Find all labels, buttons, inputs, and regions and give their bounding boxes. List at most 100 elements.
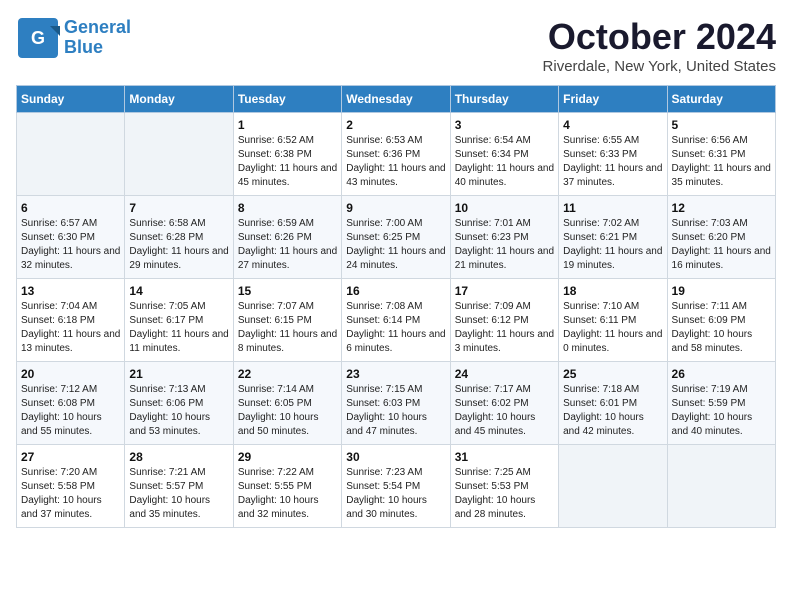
day-number: 19 xyxy=(672,284,771,298)
calendar-cell: 24 Sunrise: 7:17 AMSunset: 6:02 PMDayligh… xyxy=(450,362,558,445)
calendar-cell: 9 Sunrise: 7:00 AMSunset: 6:25 PMDaylight… xyxy=(342,196,450,279)
weekday-header: Thursday xyxy=(450,86,558,113)
calendar-cell: 5Sunrise: 6:56 AMSunset: 6:31 PMDaylight… xyxy=(667,113,775,196)
day-detail: Sunrise: 6:53 AMSunset: 6:36 PMDaylight:… xyxy=(346,134,445,190)
calendar-cell: 15 Sunrise: 7:07 AMSunset: 6:15 PMDayligh… xyxy=(233,279,341,362)
weekday-header: Tuesday xyxy=(233,86,341,113)
calendar-cell: 29 Sunrise: 7:22 AMSunset: 5:55 PMDayligh… xyxy=(233,445,341,528)
calendar-cell: 26 Sunrise: 7:19 AMSunset: 5:59 PMDayligh… xyxy=(667,362,775,445)
day-number: 2 xyxy=(346,118,445,132)
weekday-header: Wednesday xyxy=(342,86,450,113)
day-number: 18 xyxy=(563,284,662,298)
calendar-cell: 13 Sunrise: 7:04 AMSunset: 6:18 PMDayligh… xyxy=(17,279,125,362)
calendar-body: 1Sunrise: 6:52 AMSunset: 6:38 PMDaylight… xyxy=(17,113,776,528)
weekday-header: Monday xyxy=(125,86,233,113)
svg-text:G: G xyxy=(31,28,45,48)
calendar-cell: 2 Sunrise: 6:53 AMSunset: 6:36 PMDaylight… xyxy=(342,113,450,196)
day-number: 26 xyxy=(672,367,771,381)
day-detail: Sunrise: 6:54 AMSunset: 6:34 PMDaylight:… xyxy=(455,134,554,190)
day-detail: Sunrise: 6:58 AMSunset: 6:28 PMDaylight:… xyxy=(129,217,228,273)
day-number: 21 xyxy=(129,367,228,381)
day-number: 12 xyxy=(672,201,771,215)
day-detail: Sunrise: 6:59 AMSunset: 6:26 PMDaylight:… xyxy=(238,217,337,273)
day-detail: Sunrise: 7:04 AMSunset: 6:18 PMDaylight:… xyxy=(21,300,120,356)
day-detail: Sunrise: 7:15 AMSunset: 6:03 PMDaylight:… xyxy=(346,383,445,439)
calendar-cell xyxy=(667,445,775,528)
day-number: 27 xyxy=(21,450,120,464)
day-number: 29 xyxy=(238,450,337,464)
day-detail: Sunrise: 7:10 AMSunset: 6:11 PMDaylight:… xyxy=(563,300,662,356)
calendar-cell xyxy=(125,113,233,196)
day-number: 13 xyxy=(21,284,120,298)
calendar-cell xyxy=(559,445,667,528)
day-detail: Sunrise: 6:55 AMSunset: 6:33 PMDaylight:… xyxy=(563,134,662,190)
calendar-cell: 28Sunrise: 7:21 AMSunset: 5:57 PMDayligh… xyxy=(125,445,233,528)
calendar-cell: 21 Sunrise: 7:13 AMSunset: 6:06 PMDayligh… xyxy=(125,362,233,445)
calendar-cell: 18 Sunrise: 7:10 AMSunset: 6:11 PMDayligh… xyxy=(559,279,667,362)
day-detail: Sunrise: 6:57 AMSunset: 6:30 PMDaylight:… xyxy=(21,217,120,273)
day-number: 15 xyxy=(238,284,337,298)
day-number: 17 xyxy=(455,284,554,298)
calendar-week-row: 27 Sunrise: 7:20 AMSunset: 5:58 PMDayligh… xyxy=(17,445,776,528)
calendar-cell: 10Sunrise: 7:01 AMSunset: 6:23 PMDayligh… xyxy=(450,196,558,279)
weekday-header-row: SundayMondayTuesdayWednesdayThursdayFrid… xyxy=(17,86,776,113)
calendar-cell: 14Sunrise: 7:05 AMSunset: 6:17 PMDayligh… xyxy=(125,279,233,362)
calendar-cell: 11Sunrise: 7:02 AMSunset: 6:21 PMDayligh… xyxy=(559,196,667,279)
calendar-cell: 20Sunrise: 7:12 AMSunset: 6:08 PMDayligh… xyxy=(17,362,125,445)
logo-line1: General xyxy=(64,18,131,38)
calendar-cell: 6 Sunrise: 6:57 AMSunset: 6:30 PMDaylight… xyxy=(17,196,125,279)
day-number: 31 xyxy=(455,450,554,464)
day-number: 14 xyxy=(129,284,228,298)
calendar-week-row: 1Sunrise: 6:52 AMSunset: 6:38 PMDaylight… xyxy=(17,113,776,196)
day-detail: Sunrise: 7:08 AMSunset: 6:14 PMDaylight:… xyxy=(346,300,445,356)
day-number: 9 xyxy=(346,201,445,215)
day-number: 4 xyxy=(563,118,662,132)
calendar-cell: 12 Sunrise: 7:03 AMSunset: 6:20 PMDayligh… xyxy=(667,196,775,279)
weekday-header: Saturday xyxy=(667,86,775,113)
calendar-cell: 22 Sunrise: 7:14 AMSunset: 6:05 PMDayligh… xyxy=(233,362,341,445)
day-detail: Sunrise: 7:25 AMSunset: 5:53 PMDaylight:… xyxy=(455,466,554,522)
month-title: October 2024 xyxy=(543,16,776,58)
day-number: 1 xyxy=(238,118,337,132)
day-detail: Sunrise: 7:14 AMSunset: 6:05 PMDaylight:… xyxy=(238,383,337,439)
calendar-header: SundayMondayTuesdayWednesdayThursdayFrid… xyxy=(17,86,776,113)
calendar-week-row: 13 Sunrise: 7:04 AMSunset: 6:18 PMDayligh… xyxy=(17,279,776,362)
calendar-cell: 23 Sunrise: 7:15 AMSunset: 6:03 PMDayligh… xyxy=(342,362,450,445)
day-number: 30 xyxy=(346,450,445,464)
logo: G General Blue xyxy=(16,16,131,60)
day-number: 8 xyxy=(238,201,337,215)
day-detail: Sunrise: 7:00 AMSunset: 6:25 PMDaylight:… xyxy=(346,217,445,273)
day-detail: Sunrise: 7:19 AMSunset: 5:59 PMDaylight:… xyxy=(672,383,771,439)
calendar-cell: 17 Sunrise: 7:09 AMSunset: 6:12 PMDayligh… xyxy=(450,279,558,362)
day-number: 23 xyxy=(346,367,445,381)
day-number: 24 xyxy=(455,367,554,381)
day-number: 22 xyxy=(238,367,337,381)
day-detail: Sunrise: 7:17 AMSunset: 6:02 PMDaylight:… xyxy=(455,383,554,439)
day-detail: Sunrise: 7:11 AMSunset: 6:09 PMDaylight:… xyxy=(672,300,771,356)
calendar-cell: 30Sunrise: 7:23 AMSunset: 5:54 PMDayligh… xyxy=(342,445,450,528)
day-detail: Sunrise: 7:03 AMSunset: 6:20 PMDaylight:… xyxy=(672,217,771,273)
day-number: 10 xyxy=(455,201,554,215)
day-detail: Sunrise: 6:56 AMSunset: 6:31 PMDaylight:… xyxy=(672,134,771,190)
calendar-cell: 27 Sunrise: 7:20 AMSunset: 5:58 PMDayligh… xyxy=(17,445,125,528)
calendar-cell: 16 Sunrise: 7:08 AMSunset: 6:14 PMDayligh… xyxy=(342,279,450,362)
calendar-week-row: 20Sunrise: 7:12 AMSunset: 6:08 PMDayligh… xyxy=(17,362,776,445)
weekday-header: Sunday xyxy=(17,86,125,113)
weekday-header: Friday xyxy=(559,86,667,113)
day-detail: Sunrise: 7:22 AMSunset: 5:55 PMDaylight:… xyxy=(238,466,337,522)
calendar-cell: 3Sunrise: 6:54 AMSunset: 6:34 PMDaylight… xyxy=(450,113,558,196)
calendar-table: SundayMondayTuesdayWednesdayThursdayFrid… xyxy=(16,85,776,528)
calendar-cell: 1Sunrise: 6:52 AMSunset: 6:38 PMDaylight… xyxy=(233,113,341,196)
logo-text-block: General Blue xyxy=(64,18,131,58)
day-detail: Sunrise: 7:07 AMSunset: 6:15 PMDaylight:… xyxy=(238,300,337,356)
day-detail: Sunrise: 7:09 AMSunset: 6:12 PMDaylight:… xyxy=(455,300,554,356)
calendar-cell: 8 Sunrise: 6:59 AMSunset: 6:26 PMDaylight… xyxy=(233,196,341,279)
day-detail: Sunrise: 7:13 AMSunset: 6:06 PMDaylight:… xyxy=(129,383,228,439)
day-number: 25 xyxy=(563,367,662,381)
day-number: 6 xyxy=(21,201,120,215)
day-detail: Sunrise: 7:12 AMSunset: 6:08 PMDaylight:… xyxy=(21,383,120,439)
page-header: G General Blue October 2024 Riverdale, N… xyxy=(16,16,776,75)
day-number: 16 xyxy=(346,284,445,298)
day-detail: Sunrise: 7:02 AMSunset: 6:21 PMDaylight:… xyxy=(563,217,662,273)
day-detail: Sunrise: 7:20 AMSunset: 5:58 PMDaylight:… xyxy=(21,466,120,522)
